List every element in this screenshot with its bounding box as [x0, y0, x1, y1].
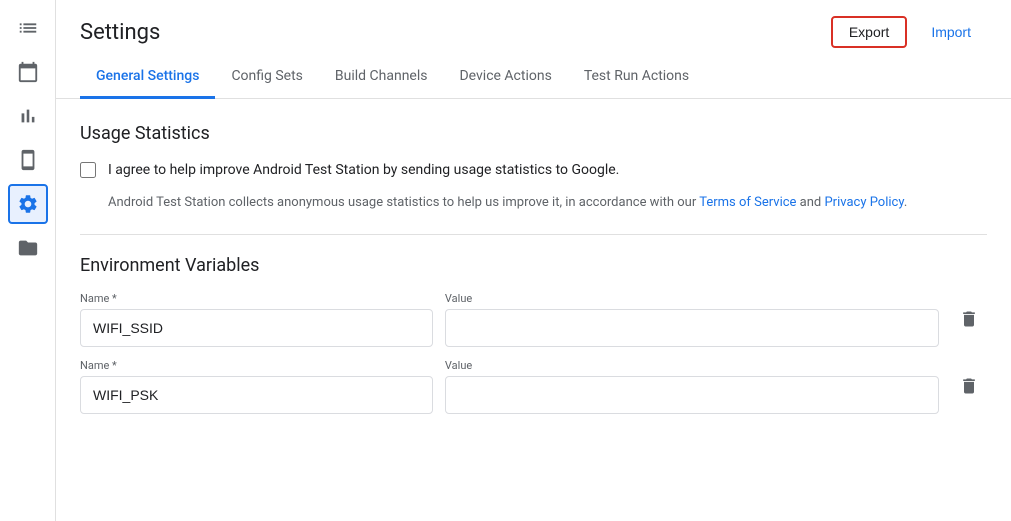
env-value-label-1: Value [445, 359, 939, 372]
content-area: Usage Statistics I agree to help improve… [56, 99, 1011, 521]
sidebar-item-settings[interactable] [8, 184, 48, 224]
device-icon [17, 149, 39, 171]
env-value-group-0: Value [445, 292, 939, 347]
env-value-group-1: Value [445, 359, 939, 414]
env-name-group-1: Name * [80, 359, 433, 414]
env-delete-button-0[interactable] [951, 301, 987, 337]
sidebar-item-folder[interactable] [8, 228, 48, 268]
env-row-0: Name * Value [80, 292, 987, 347]
tab-build-channels[interactable]: Build Channels [319, 56, 444, 99]
tab-general-settings[interactable]: General Settings [80, 56, 215, 99]
sidebar-item-device[interactable] [8, 140, 48, 180]
env-value-input-0[interactable] [445, 309, 939, 347]
sidebar [0, 0, 56, 521]
settings-icon [17, 193, 39, 215]
usage-statistics-checkbox[interactable] [80, 162, 96, 178]
sidebar-item-analytics[interactable] [8, 96, 48, 136]
env-variables-title: Environment Variables [80, 255, 987, 276]
section-divider [80, 234, 987, 235]
env-value-label-0: Value [445, 292, 939, 305]
usage-statistics-title: Usage Statistics [80, 123, 987, 144]
env-name-group-0: Name * [80, 292, 433, 347]
env-delete-button-1[interactable] [951, 368, 987, 404]
usage-checkbox-row: I agree to help improve Android Test Sta… [80, 160, 987, 181]
tab-device-actions[interactable]: Device Actions [443, 56, 567, 99]
import-button[interactable]: Import [915, 18, 987, 46]
env-name-input-0[interactable] [80, 309, 433, 347]
env-value-input-1[interactable] [445, 376, 939, 414]
terms-of-service-link[interactable]: Terms of Service [699, 195, 796, 210]
sidebar-item-tasks[interactable] [8, 8, 48, 48]
header-actions: Export Import [831, 16, 987, 48]
tasks-icon [17, 17, 39, 39]
usage-info-text: Android Test Station collects anonymous … [108, 193, 987, 214]
tab-test-run-actions[interactable]: Test Run Actions [568, 56, 705, 99]
privacy-policy-link[interactable]: Privacy Policy [824, 195, 903, 210]
env-row-1: Name * Value [80, 359, 987, 414]
delete-icon-1 [959, 376, 979, 396]
env-name-input-1[interactable] [80, 376, 433, 414]
main-content: Settings Export Import General Settings … [56, 0, 1011, 521]
calendar-icon [17, 61, 39, 83]
folder-icon [17, 237, 39, 259]
tab-config-sets[interactable]: Config Sets [215, 56, 318, 99]
page-title: Settings [80, 20, 160, 45]
analytics-icon [17, 105, 39, 127]
export-button[interactable]: Export [831, 16, 907, 48]
page-header: Settings Export Import [56, 0, 1011, 56]
tabs-container: General Settings Config Sets Build Chann… [56, 56, 1011, 99]
usage-checkbox-label: I agree to help improve Android Test Sta… [108, 160, 619, 181]
sidebar-item-calendar[interactable] [8, 52, 48, 92]
delete-icon-0 [959, 309, 979, 329]
env-name-label-0: Name * [80, 292, 433, 305]
env-name-label-1: Name * [80, 359, 433, 372]
